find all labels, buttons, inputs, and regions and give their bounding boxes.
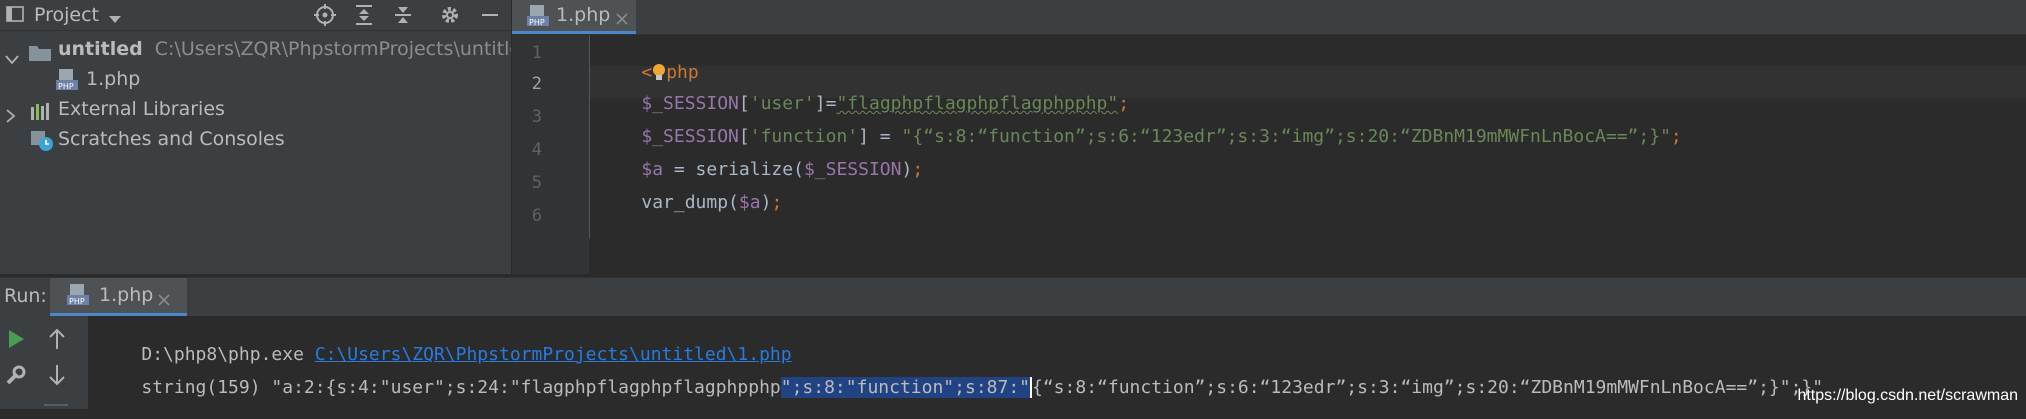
project-panel-icon <box>6 6 24 22</box>
line-number: 6 <box>531 206 542 226</box>
output-text-rest: “s:8:“function”;s:6:“123edr”;s:3:“img”;s… <box>1042 377 1824 398</box>
editor-tab-bar: PHP 1.php <box>512 0 2026 35</box>
paren: ) <box>760 192 772 213</box>
editor-tab-1php[interactable]: PHP 1.php <box>512 0 636 34</box>
line-number: 4 <box>531 140 542 160</box>
chevron-right-icon[interactable] <box>6 102 16 123</box>
locate-icon[interactable] <box>311 1 339 29</box>
minimize-icon[interactable] <box>476 1 504 29</box>
close-icon[interactable] <box>616 10 628 25</box>
arrow-up-icon[interactable] <box>48 328 66 350</box>
tab-active-indicator <box>512 31 636 34</box>
project-title[interactable]: Project <box>34 0 99 30</box>
chevron-down-icon[interactable] <box>108 10 122 29</box>
svg-text:PHP: PHP <box>69 297 85 306</box>
line-number: 3 <box>531 107 542 127</box>
project-name: untitled <box>58 38 143 60</box>
line-number: 2 <box>531 74 542 94</box>
semicolon: ; <box>1670 126 1682 147</box>
run-toolbar <box>0 316 88 409</box>
expand-all-icon[interactable] <box>350 1 378 29</box>
run-tab-label: 1.php <box>99 284 154 306</box>
project-header: Project <box>0 0 511 31</box>
watermark: https://blog.csdn.net/scrawman <box>1797 387 2018 404</box>
svg-text:PHP: PHP <box>58 82 74 91</box>
console-output[interactable]: D:\php8\php.exe C:\Users\ZQR\PhpstormPro… <box>88 316 2026 409</box>
arrow-down-icon[interactable] <box>48 364 66 386</box>
code-line-5: var_dump($a); <box>598 171 782 234</box>
line-number: 1 <box>531 43 542 63</box>
run-tool-window-bar: Run: PHP 1.php <box>0 277 2026 317</box>
code-editor[interactable]: < php $_SESSION['user']="flagphpflagphpfl… <box>590 35 2026 274</box>
php-file-icon: PHP <box>527 5 549 27</box>
toolbar-divider <box>44 404 68 406</box>
console-line-output: string(159) "a:2:{s:4:"user";s:24:"flagp… <box>98 356 1823 419</box>
run-tab-1php[interactable]: PHP 1.php <box>50 278 187 316</box>
svg-text:PHP: PHP <box>529 18 545 27</box>
folder-icon <box>28 41 52 61</box>
chevron-down-icon[interactable] <box>5 44 19 65</box>
string-value: "{“s:8:“function”;s:6:“123edr”;s:3:“img”… <box>901 126 1671 147</box>
line-number-gutter: 1 2 3 4 5 6 <box>512 35 589 274</box>
project-panel: Project untitled C:\Users\ZQR\PhpstormPr… <box>0 0 533 274</box>
run-label: Run: <box>4 285 47 307</box>
external-libraries-label: External Libraries <box>58 98 225 120</box>
session-variable: $_SESSION <box>803 159 902 180</box>
variable-a: $a <box>738 192 761 213</box>
wrench-icon[interactable] <box>6 364 26 386</box>
paren: ) <box>901 159 913 180</box>
editor-tab-label: 1.php <box>556 4 611 26</box>
collapse-all-icon[interactable] <box>389 1 417 29</box>
scratches-label: Scratches and Consoles <box>58 128 285 150</box>
gear-icon[interactable] <box>436 1 464 29</box>
close-icon[interactable] <box>158 291 170 306</box>
var-dump-call: var_dump( <box>641 192 739 213</box>
text-caret: { <box>1030 377 1043 398</box>
semicolon: ; <box>771 192 783 213</box>
semicolon: ; <box>912 159 924 180</box>
file-name: 1.php <box>86 68 141 90</box>
line-number: 5 <box>531 173 542 193</box>
library-icon <box>30 100 52 120</box>
scratches-icon <box>30 130 54 152</box>
php-file-icon: PHP <box>56 69 78 91</box>
output-text: string(159) "a:2:{s:4:"user";s:24:"flagp… <box>141 377 781 398</box>
selected-output-text: ";s:8:"function";s:87:" <box>780 377 1030 398</box>
php-file-icon: PHP <box>67 284 89 306</box>
rerun-play-icon[interactable] <box>6 328 26 350</box>
project-path: C:\Users\ZQR\PhpstormProjects\untitled <box>154 38 534 60</box>
